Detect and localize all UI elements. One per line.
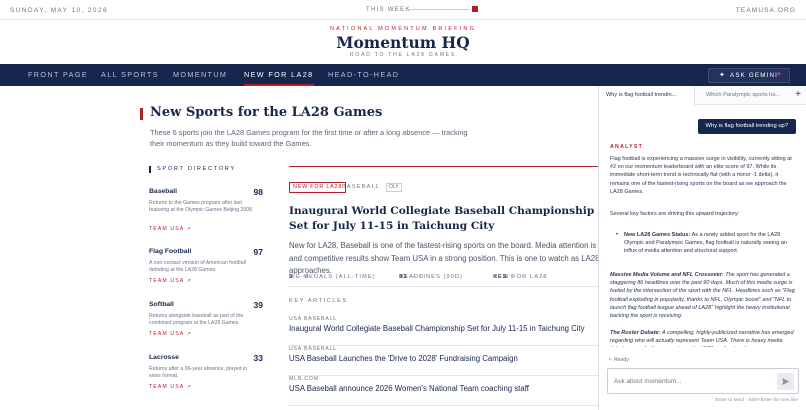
chat-status: ✧ Ready (608, 357, 629, 363)
stat-new-for-la28: NEW FOR LA28 YES ↑ (493, 274, 548, 280)
week-slider-handle[interactable] (472, 6, 478, 12)
team-usa-link[interactable]: TEAM USA ↗ (149, 226, 192, 232)
article-source: USA BASEBALL (289, 346, 337, 352)
external-link-icon: ↗ (186, 331, 193, 337)
section-accent-bar (140, 108, 143, 120)
new-for-la28-tag: NEW FOR LA28 (289, 182, 347, 193)
sport-directory-title: SPORT DIRECTORY (149, 166, 236, 173)
team-usa-link[interactable]: TEAM USA ↗ (149, 278, 192, 284)
article-title[interactable]: USA Baseball Launches the 'Drive to 2028… (289, 354, 518, 363)
bullet-dot: • (616, 232, 619, 238)
sport-name: Lacrosse (149, 354, 179, 361)
week-label: THIS WEEK (366, 7, 411, 13)
section-description: These 6 sports join the LA28 Games progr… (150, 128, 468, 148)
chat-input-box (607, 368, 799, 394)
answer-paragraph: Several key factors are driving this upw… (610, 211, 740, 217)
sport-score: 33 (253, 353, 263, 363)
current-date: SUNDAY, MAY 10, 2026 (10, 7, 108, 14)
send-button[interactable] (777, 373, 794, 390)
article-link[interactable]: USA BASEBALL Inaugural World Collegiate … (289, 316, 598, 346)
masthead: NATIONAL MOMENTUM BRIEFING Momentum HQ R… (0, 20, 806, 64)
send-icon (781, 377, 790, 386)
answer-paragraph: The Roster Debate: A compelling, highly-… (610, 330, 794, 347)
sparkle-icon: ✦ (719, 72, 727, 79)
article-link[interactable]: USA BASEBALL USA Baseball Launches the '… (289, 346, 598, 376)
gemini-chat-panel: Why is flag football trendin... Which Pa… (598, 86, 806, 410)
article-title[interactable]: USA Baseball announce 2026 Women's Natio… (289, 384, 529, 393)
top-bar: SUNDAY, MAY 10, 2026 THIS WEEK TEAMUSA.O… (0, 0, 806, 20)
feature-stats: WC MEDALS (ALL-TIME) 3 — 0 HEADLINES (90… (289, 272, 598, 287)
nav-new-for-la28[interactable]: NEW FOR LA28 (244, 64, 314, 86)
article-link[interactable]: MLB.COM USA Baseball announce 2026 Women… (289, 376, 598, 406)
input-hint: Enter to send · Shift+Enter for new line (715, 398, 798, 403)
answer-bullet: • New LA28 Games Status: As a newly adde… (616, 232, 787, 255)
ready-dot-icon: ✧ (608, 357, 613, 363)
page-title: Momentum HQ (336, 33, 470, 52)
analyst-label: ANALYST (610, 144, 644, 150)
chat-tab-flag-football[interactable]: Why is flag football trendin... (599, 86, 695, 105)
sport-description: Returns after a 96-year absence, played … (149, 366, 248, 379)
team-usa-link[interactable]: TEAM USA ↗ (149, 384, 192, 390)
chat-tabs: Why is flag football trendin... Which Pa… (599, 86, 806, 105)
site-link[interactable]: TEAMUSA.ORG (736, 7, 796, 14)
feature-headline[interactable]: Inaugural World Collegiate Baseball Cham… (289, 204, 598, 234)
sport-score: 97 (253, 247, 263, 257)
external-link-icon: ↗ (186, 226, 193, 232)
nav-all-sports[interactable]: ALL SPORTS (101, 64, 159, 86)
nav-front-page[interactable]: FRONT PAGE (28, 64, 88, 86)
oly-badge: OLY (386, 183, 402, 192)
article-source: MLB.COM (289, 376, 319, 382)
external-link-icon: ↗ (186, 384, 193, 390)
feature-sport-label: BASEBALL (342, 184, 381, 190)
stat-headlines: HEADLINES (90D) 83 — 0 (399, 274, 463, 280)
article-title[interactable]: Inaugural World Collegiate Baseball Cham… (289, 324, 585, 333)
sport-name: Flag Football (149, 248, 192, 255)
sport-description: A non-contact version of American footba… (149, 260, 246, 273)
ask-gemini-button[interactable]: ✦ ASK GEMINI ▼ (708, 68, 790, 83)
main-content: New Sports for the LA28 Games These 6 sp… (0, 86, 598, 410)
week-slider-track[interactable] (406, 9, 470, 10)
masthead-subtitle: ROAD TO THE LA28 GAMES (349, 52, 456, 58)
masthead-kicker: NATIONAL MOMENTUM BRIEFING (329, 26, 477, 32)
sport-score: 98 (253, 187, 263, 197)
stat-wc-medals: WC MEDALS (ALL-TIME) 3 — 0 (289, 274, 376, 280)
sport-name: Baseball (149, 188, 177, 195)
article-source: USA BASEBALL (289, 316, 337, 322)
sport-description: Returns to the Games program after last … (149, 200, 254, 213)
answer-paragraph: Flag football is experiencing a massive … (610, 156, 792, 195)
new-chat-plus-icon[interactable]: + (795, 89, 801, 100)
section-title: New Sports for the LA28 Games (150, 105, 383, 120)
nav-head-to-head[interactable]: HEAD-TO-HEAD (328, 64, 399, 86)
nav-momentum[interactable]: MOMENTUM (173, 64, 227, 86)
ask-gemini-label: ASK GEMINI (730, 72, 779, 79)
main-nav: FRONT PAGE ALL SPORTS MOMENTUM NEW FOR L… (0, 64, 806, 86)
chat-tab-paralympic[interactable]: Which Paralympic sports ha... (699, 86, 795, 105)
external-link-icon: ↗ (186, 278, 193, 284)
chat-input[interactable] (614, 375, 764, 387)
user-question-bubble: Why is flag football trending up? (697, 119, 796, 134)
team-usa-link[interactable]: TEAM USA ↗ (149, 331, 192, 337)
chevron-down-icon: ▼ (775, 72, 783, 78)
feature-divider (289, 166, 598, 167)
key-articles-label: KEY ARTICLES (289, 298, 348, 304)
sport-name: Softball (149, 301, 174, 308)
sport-description: Returns alongside baseball as part of th… (149, 313, 244, 326)
answer-paragraph: Massive Media Volume and NFL Crossover: … (610, 272, 795, 320)
sport-score: 39 (253, 300, 263, 310)
